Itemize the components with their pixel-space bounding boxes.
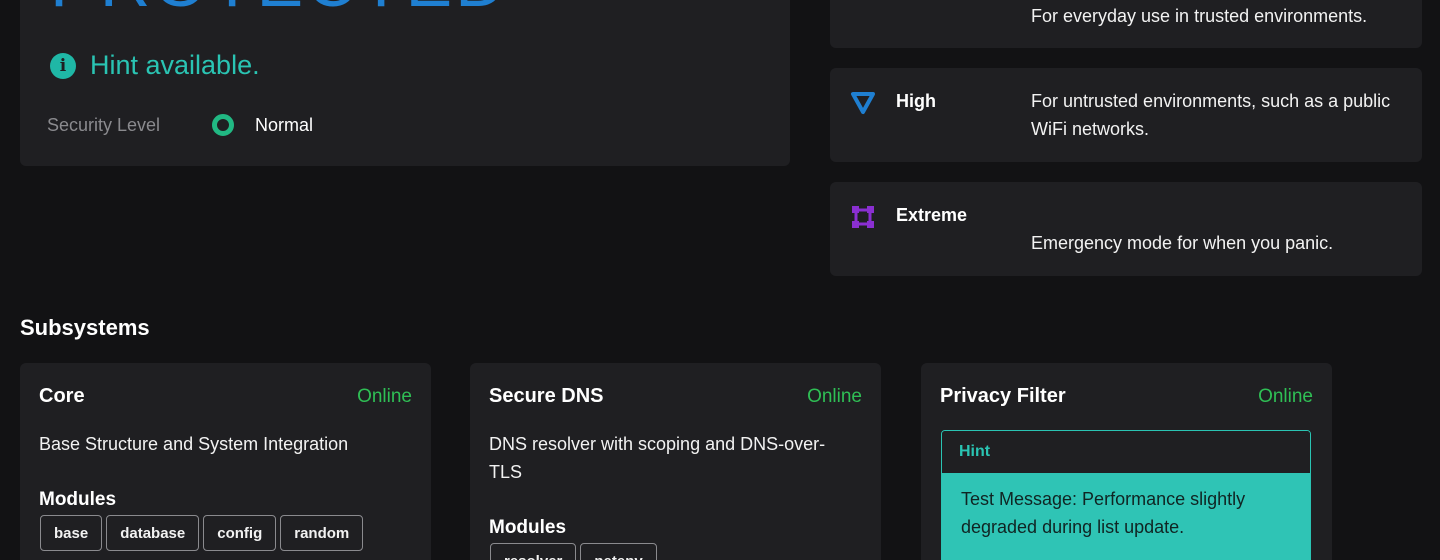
module-tag[interactable]: database bbox=[106, 515, 200, 551]
module-tag[interactable]: netenv bbox=[580, 543, 657, 560]
module-list: base database config random bbox=[40, 515, 410, 551]
subsystem-card-core: Core Online Base Structure and System In… bbox=[20, 363, 431, 560]
level-name: High bbox=[896, 91, 936, 111]
hint-text: Hint available. bbox=[90, 50, 260, 80]
hint-box: Hint Test Message: Performance slightly … bbox=[941, 430, 1311, 560]
security-level-label: Security Level bbox=[47, 114, 161, 135]
level-description: For everyday use in trusted environments… bbox=[1031, 6, 1368, 26]
level-name: Extreme bbox=[896, 205, 968, 225]
module-list: resolver netenv bbox=[490, 543, 860, 560]
subsystem-card-privacy-filter: Privacy Filter Online Hint Test Message:… bbox=[921, 363, 1332, 560]
modules-label: Modules bbox=[39, 489, 117, 510]
portmaster-dashboard: PROTECTED i Hint available. Security Lev… bbox=[0, 0, 1440, 560]
status-card: PROTECTED i Hint available. Security Lev… bbox=[20, 0, 790, 166]
status-title: PROTECTED bbox=[50, 0, 509, 22]
security-level-row: Security Level Normal bbox=[47, 114, 313, 136]
subsystem-name: Secure DNS bbox=[489, 385, 604, 407]
subsystem-description: DNS resolver with scoping and DNS-over-T… bbox=[489, 434, 826, 482]
module-tag[interactable]: random bbox=[280, 515, 364, 551]
level-description: Emergency mode for when you panic. bbox=[1031, 233, 1334, 253]
subsystem-name: Core bbox=[39, 385, 85, 407]
subsystem-card-secure-dns: Secure DNS Online DNS resolver with scop… bbox=[470, 363, 881, 560]
module-tag[interactable]: base bbox=[40, 515, 103, 551]
level-option-extreme[interactable]: Extreme Emergency mode for when you pani… bbox=[830, 182, 1422, 276]
hint-indicator[interactable]: i Hint available. bbox=[50, 50, 260, 81]
module-tag[interactable]: config bbox=[203, 515, 277, 551]
subsystem-name: Privacy Filter bbox=[940, 385, 1066, 407]
hint-box-title: Hint bbox=[942, 431, 1310, 473]
subsystem-status: Online bbox=[807, 386, 862, 407]
triangle-down-icon bbox=[851, 92, 875, 114]
subsystem-description: Base Structure and System Integration bbox=[39, 434, 349, 454]
level-option-high[interactable]: High For untrusted environments, such as… bbox=[830, 68, 1422, 162]
info-icon: i bbox=[50, 52, 76, 79]
security-level-value: Normal bbox=[255, 114, 314, 135]
modules-label: Modules bbox=[489, 517, 567, 538]
subsystems-heading: Subsystems bbox=[20, 315, 150, 340]
level-description: For untrusted environments, such as a pu… bbox=[1031, 91, 1391, 139]
module-tag[interactable]: resolver bbox=[490, 543, 577, 560]
subsystem-status: Online bbox=[357, 386, 412, 407]
hint-box-message: Test Message: Performance slightly degra… bbox=[942, 473, 1310, 560]
level-option-normal[interactable]: For everyday use in trusted environments… bbox=[830, 0, 1422, 48]
frame-icon bbox=[852, 206, 874, 228]
ring-icon bbox=[212, 114, 234, 136]
subsystem-status: Online bbox=[1258, 386, 1313, 407]
